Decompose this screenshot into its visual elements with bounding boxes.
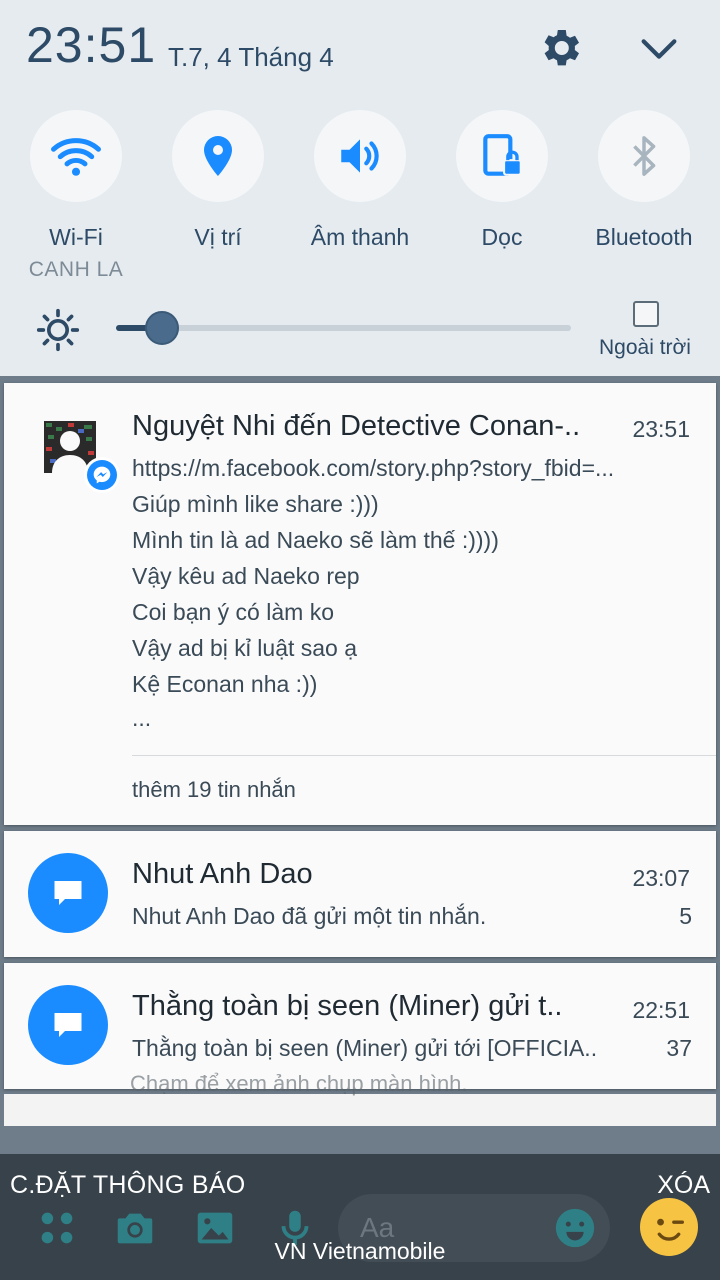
screenshot-notification-peek[interactable]: [4, 1094, 716, 1126]
message-count: 5: [679, 903, 692, 929]
sound-icon: [314, 110, 406, 202]
notification-line: ...: [132, 705, 152, 731]
tile-label: Dọc: [481, 224, 523, 250]
screenshot-hint-text: Chạm để xem ảnh chụp màn hình.: [130, 1071, 468, 1096]
brightness-slider-handle[interactable]: [144, 311, 179, 345]
notification-title: Nhut Anh Dao: [132, 858, 313, 890]
bluetooth-icon: [598, 110, 690, 202]
divider: [132, 755, 716, 756]
clock: 23:51: [26, 17, 157, 73]
notification-text: Nhut Anh Dao đã gửi một tin nhắn.: [132, 903, 487, 929]
tile-location[interactable]: Vị trí: [148, 110, 288, 251]
carrier-label: VN Vietnamobile: [274, 1238, 446, 1264]
location-icon: [172, 110, 264, 202]
brightness-icon: [36, 308, 80, 352]
chevron-down-icon[interactable]: [636, 26, 682, 72]
notification-title: Thằng toàn bị seen (Miner) gửi t..: [132, 990, 563, 1022]
tile-wifi[interactable]: Wi-Fi CANH LA: [6, 110, 146, 282]
notification-line: Vậy ad bị kỉ luật sao ạ: [132, 635, 358, 661]
message-count: 37: [666, 1035, 692, 1061]
tile-rotation[interactable]: Dọc: [432, 110, 572, 251]
notification-title: Nguyệt Nhi đến Detective Conan-..: [132, 410, 581, 442]
notification-time: 23:51: [632, 416, 690, 442]
notification-text: Thằng toàn bị seen (Miner) gửi tới [OFFI…: [132, 1035, 598, 1061]
tile-bluetooth[interactable]: Bluetooth: [574, 110, 714, 251]
tile-label: Vị trí: [194, 224, 242, 250]
message-bubble-icon: [28, 853, 108, 933]
tile-sub-label: CANH LA: [28, 258, 124, 281]
notification-line: Vậy kêu ad Naeko rep: [132, 563, 360, 589]
more-messages-link[interactable]: thêm 19 tin nhắn: [132, 777, 296, 803]
settings-gear-icon[interactable]: [536, 24, 584, 72]
message-bubble-icon: [28, 985, 108, 1065]
tile-sound[interactable]: Âm thanh: [290, 110, 430, 251]
tile-label: Wi-Fi: [49, 224, 103, 250]
notification-line: Coi bạn ý có làm ko: [132, 599, 334, 625]
notification-line: https://m.facebook.com/story.php?story_f…: [132, 455, 615, 481]
notification-line: Giúp mình like share :))): [132, 491, 379, 517]
notification-card[interactable]: Nguyệt Nhi đến Detective Conan-.. 23:51 …: [4, 383, 716, 825]
notification-card[interactable]: Nhut Anh Dao 23:07 Nhut Anh Dao đã gửi m…: [4, 831, 716, 957]
notification-line: Mình tin là ad Naeko sẽ làm thế :)))): [132, 527, 499, 553]
date: T.7, 4 Tháng 4: [168, 42, 334, 72]
notification-time: 22:51: [632, 997, 690, 1023]
notification-line: Kệ Econan nha :)): [132, 671, 318, 697]
wifi-icon: [30, 110, 122, 202]
brightness-slider-track[interactable]: [116, 325, 571, 331]
outdoor-mode-label: Ngoài trời: [599, 336, 691, 359]
outdoor-mode-checkbox[interactable]: [633, 301, 659, 327]
messenger-badge-icon: [84, 457, 120, 493]
tile-label: Âm thanh: [310, 224, 410, 250]
tile-label: Bluetooth: [595, 224, 693, 250]
rotation-lock-icon: [456, 110, 548, 202]
clear-all-button[interactable]: XÓA: [657, 1171, 710, 1200]
quick-settings-panel: 23:51 T.7, 4 Tháng 4 Wi-Fi CANH LA Vị tr…: [0, 0, 720, 376]
notification-settings-button[interactable]: C.ĐẶT THÔNG BÁO: [10, 1171, 246, 1200]
notification-time: 23:07: [632, 865, 690, 891]
